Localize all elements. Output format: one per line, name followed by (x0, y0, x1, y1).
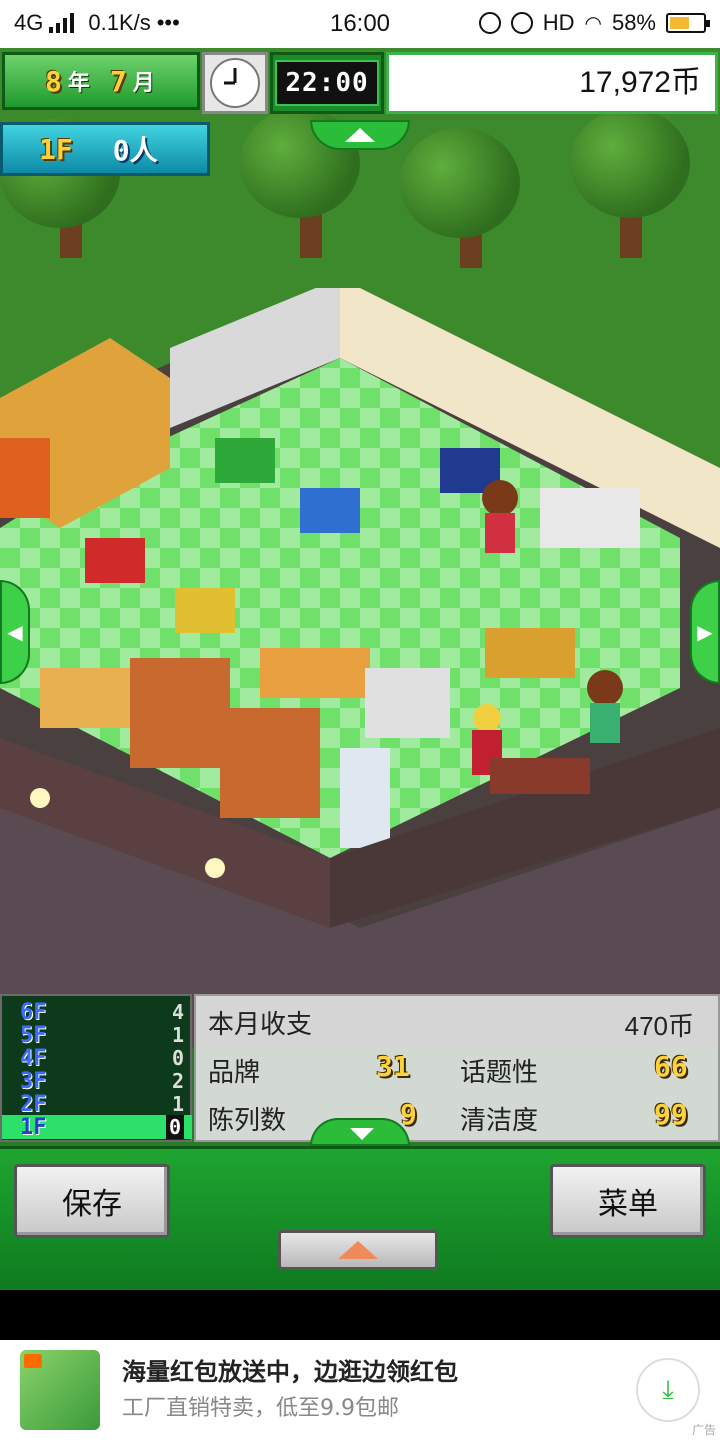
brand-label: 品牌 (208, 1058, 261, 1088)
time-panel: 22:00 (270, 52, 384, 114)
floor-count: 0 (171, 1046, 184, 1070)
floor-label: 3F (20, 1069, 47, 1094)
floor-row[interactable]: 2F 1 (2, 1092, 192, 1117)
game-time: 22:00 (275, 60, 379, 106)
scroll-right-button[interactable]: ▶ (690, 580, 720, 684)
green-clothes-rack[interactable] (215, 438, 275, 483)
ad-subtitle[interactable]: 工厂直销特卖，低至9.9包邮 (122, 1390, 399, 1422)
display-count-label: 陈列数 (208, 1106, 287, 1136)
floor-row[interactable]: 1F 0 (2, 1115, 192, 1140)
wooden-table[interactable] (40, 668, 130, 728)
topic-label: 话题性 (460, 1058, 539, 1088)
chevron-left-icon: ◀ (7, 620, 23, 644)
fitting-booth-2[interactable] (220, 708, 320, 818)
month-unit: 月 (132, 71, 155, 96)
battery-icon (666, 13, 710, 33)
current-floor: 1F (39, 132, 73, 166)
ad-tag: 广告 (691, 1423, 716, 1437)
tree (570, 108, 690, 218)
blue-clothes-rack[interactable] (300, 488, 360, 533)
red-clothes-rack[interactable] (85, 538, 145, 583)
clock-hands (224, 68, 237, 85)
topic-value: 66 (654, 1050, 688, 1083)
floor-row[interactable]: 6F 4 (2, 1000, 192, 1025)
clock-panel (202, 52, 268, 114)
floor-row[interactable]: 5F 1 (2, 1023, 192, 1048)
floor-label: 1F (20, 1115, 47, 1140)
status-bar: 4G 0.1K/s ••• 16:00 HD ◠ 58% (0, 0, 720, 48)
stats-panel: 本月收支 470币 品牌 31 话题性 66 陈列数 9 清洁度 99 (194, 994, 720, 1142)
clock-icon (210, 58, 260, 108)
ad-title[interactable]: 海量红包放送中，边逛边领红包 (122, 1352, 458, 1387)
floor-count: 1 (171, 1092, 184, 1116)
yellow-clothes-rack[interactable] (175, 588, 235, 633)
alarm-icon (510, 12, 533, 34)
floor-label: 4F (20, 1046, 47, 1071)
clerk-character[interactable] (482, 480, 518, 516)
ad-image[interactable] (20, 1350, 100, 1430)
chevron-down-icon (350, 1128, 374, 1140)
wifi-icon: ◠ (584, 12, 602, 35)
floor-row[interactable]: 3F 2 (2, 1069, 192, 1094)
scroll-down-button[interactable] (310, 1118, 410, 1146)
floor-row[interactable]: 4F 0 (2, 1046, 192, 1071)
year-value: 8 (45, 64, 62, 98)
monthly-balance-label: 本月收支 (208, 1010, 313, 1040)
ad-badge-icon (24, 1354, 42, 1368)
mute-icon (478, 12, 501, 34)
mannequin[interactable] (473, 704, 501, 732)
chevron-up-icon (345, 128, 375, 142)
cleanliness-value: 99 (654, 1098, 688, 1131)
shop-sign (490, 758, 590, 794)
floor-label: 5F (20, 1023, 47, 1048)
side-table[interactable] (540, 488, 640, 548)
cash-register-counter[interactable] (485, 628, 575, 678)
tree (400, 128, 520, 238)
floor-count: 0 (165, 1115, 184, 1139)
mirror[interactable] (340, 748, 390, 848)
store-building[interactable] (0, 288, 720, 928)
year-unit: 年 (67, 71, 90, 96)
cleanliness-label: 清洁度 (460, 1106, 539, 1136)
brand-value: 31 (376, 1050, 410, 1083)
hd-label: HD (542, 10, 575, 35)
shelf-unit[interactable] (365, 668, 450, 738)
arrow-up-icon (338, 1241, 378, 1259)
battery-fill (670, 17, 689, 29)
cashier-body (590, 703, 620, 743)
money-display: 17,972币 (386, 52, 718, 114)
scroll-left-button[interactable]: ◀ (0, 580, 30, 684)
monthly-balance-value: 470币 (624, 1011, 694, 1041)
floor-label: 2F (20, 1092, 47, 1117)
street-lamp (30, 788, 50, 808)
download-icon[interactable]: ⤓ (636, 1358, 700, 1422)
floor-count: 2 (171, 1069, 184, 1093)
save-button[interactable]: 保存 (14, 1164, 170, 1238)
battery-percent: 58% (611, 10, 656, 35)
ad-banner[interactable]: 海量红包放送中，边逛边领红包 工厂直销特卖，低至9.9包邮 ⤓ 广告 (0, 1340, 720, 1440)
cashier-character[interactable] (587, 670, 623, 706)
month-value: 7 (109, 64, 127, 98)
fitting-booth-1[interactable] (130, 658, 230, 768)
clerk-body (485, 513, 515, 553)
street-lamp (205, 858, 225, 878)
floor-list[interactable]: 6F 4 5F 1 4F 0 3F 2 2F 1 1F 0 (0, 994, 192, 1142)
status-right: HD ◠ 58% (478, 10, 710, 36)
expand-panel-button[interactable] (278, 1230, 438, 1270)
floor-label: 6F (20, 1000, 47, 1025)
floor-indicator[interactable]: 1F 0人 (0, 122, 210, 176)
floor-count: 1 (171, 1023, 184, 1047)
floor-count: 4 (171, 1000, 184, 1024)
door-orange (0, 438, 50, 518)
date-panel: 8 年 7 月 (2, 52, 200, 110)
display-counter[interactable] (260, 648, 370, 698)
menu-button[interactable]: 菜单 (550, 1164, 706, 1238)
scroll-up-button[interactable] (310, 120, 410, 150)
chevron-right-icon: ▶ (697, 620, 713, 644)
visitor-count: 0人 (112, 134, 158, 167)
